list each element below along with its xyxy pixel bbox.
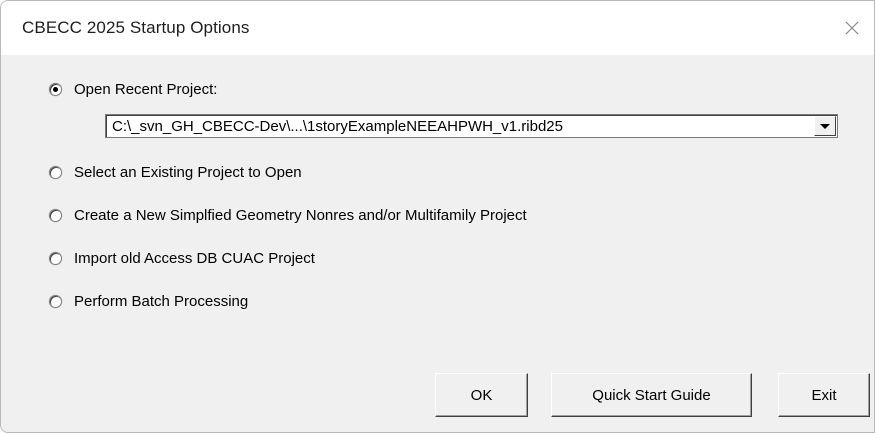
radio-create-new[interactable] [49, 208, 62, 222]
option-batch-label: Perform Batch Processing [74, 292, 249, 310]
radio-import-old[interactable] [49, 251, 62, 265]
quick-start-guide-button[interactable]: Quick Start Guide [551, 373, 752, 417]
window-title: CBECC 2025 Startup Options [22, 18, 250, 37]
recent-project-value: C:\_svn_GH_CBECC-Dev\...\1storyExampleNE… [112, 118, 563, 135]
option-batch[interactable]: Perform Batch Processing [49, 290, 248, 312]
option-import-old[interactable]: Import old Access DB CUAC Project [49, 247, 315, 269]
option-select-existing-label: Select an Existing Project to Open [74, 163, 302, 181]
close-button[interactable] [830, 1, 874, 55]
option-create-new[interactable]: Create a New Simplfied Geometry Nonres a… [49, 204, 527, 226]
option-open-recent[interactable]: Open Recent Project: [49, 78, 217, 100]
dropdown-button[interactable] [814, 116, 836, 136]
startup-options-dialog: CBECC 2025 Startup Options Open Recent P… [0, 0, 875, 433]
radio-batch[interactable] [49, 294, 62, 308]
title-bar: CBECC 2025 Startup Options [1, 1, 874, 55]
option-open-recent-label: Open Recent Project: [74, 80, 218, 98]
chevron-down-icon [820, 123, 830, 129]
option-import-old-label: Import old Access DB CUAC Project [74, 249, 315, 267]
option-create-new-label: Create a New Simplfied Geometry Nonres a… [74, 206, 527, 224]
recent-project-dropdown[interactable]: C:\_svn_GH_CBECC-Dev\...\1storyExampleNE… [105, 114, 838, 138]
exit-button[interactable]: Exit [778, 373, 870, 417]
ok-button[interactable]: OK [435, 373, 528, 417]
radio-open-recent[interactable] [49, 82, 62, 96]
radio-select-existing[interactable] [49, 165, 62, 179]
close-icon [845, 21, 859, 35]
option-select-existing[interactable]: Select an Existing Project to Open [49, 161, 302, 183]
